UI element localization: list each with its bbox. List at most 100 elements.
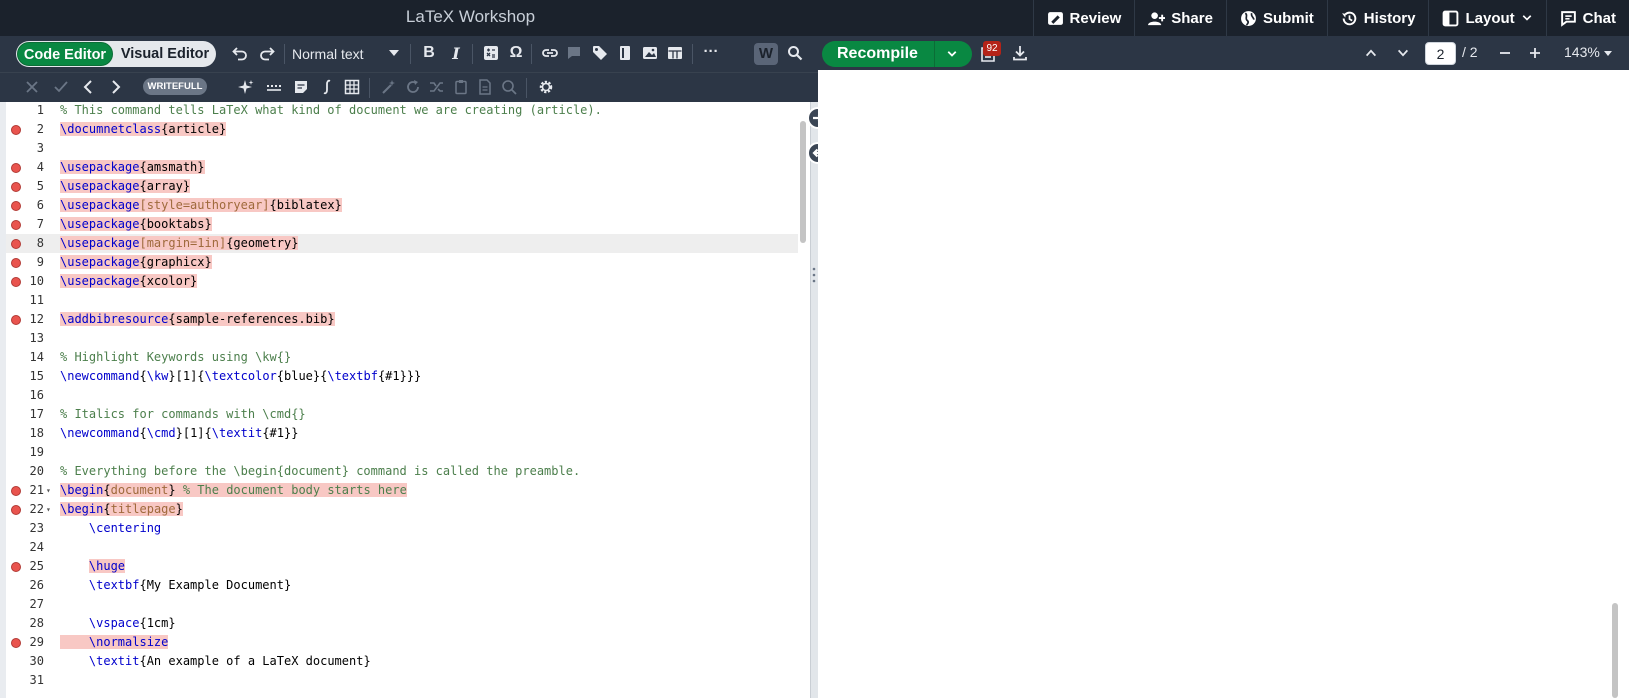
code-line[interactable]: 19 [6,443,798,462]
layout-button[interactable]: Layout [1428,0,1545,36]
writefull-tool-4-button[interactable] [450,76,472,98]
writefull-settings-button[interactable] [535,76,557,98]
code-text[interactable]: \usepackage{booktabs} [60,215,212,234]
code-text[interactable]: \huge [60,557,126,576]
code-line[interactable]: 15 \newcommand{\kw}[1]{\textcolor{blue}{\… [6,367,798,386]
drag-handle-icon[interactable] [812,266,816,284]
insert-link-button[interactable] [539,42,561,64]
code-line[interactable]: 27 [6,595,798,614]
code-line[interactable]: 12 \addbibresource{sample-references.bib} [6,310,798,329]
bold-button[interactable]: B [418,42,440,64]
add-comment-button[interactable] [563,42,585,64]
code-text[interactable]: \begin{document} % The document body sta… [60,481,407,500]
zoom-out-icon[interactable] [1497,45,1513,61]
chevron-down-icon[interactable] [946,48,958,60]
fold-toggle-icon[interactable]: ▾ [46,481,51,500]
insert-citation-button[interactable] [614,42,636,64]
code-line[interactable]: 28 \vspace{1cm} [6,614,798,633]
code-line[interactable]: 31 [6,671,798,690]
symbol-button[interactable]: Ω [505,42,527,64]
code-line[interactable]: 17 % Italics for commands with \cmd{} [6,405,798,424]
code-text[interactable]: \usepackage[style=authoryear]{biblatex} [60,196,342,215]
code-editor-tab[interactable]: Code Editor [17,42,113,66]
code-line[interactable]: 7 \usepackage{booktabs} [6,215,798,234]
code-line[interactable]: 29 \normalsize [6,633,798,652]
text-style-select[interactable]: Normal text [292,43,364,65]
code-line[interactable]: 10 \usepackage{xcolor} [6,272,798,291]
code-line[interactable]: 6 \usepackage[style=authoryear]{biblatex} [6,196,798,215]
code-line[interactable]: 30 \textit{An example of a LaTeX documen… [6,652,798,671]
next-suggestion-button[interactable] [104,76,126,98]
download-icon[interactable] [1012,45,1028,61]
writefull-tool-3-button[interactable] [426,76,448,98]
code-text[interactable]: % Highlight Keywords using \kw{} [60,348,291,367]
submit-button[interactable]: Submit [1225,0,1327,36]
accept-button[interactable] [50,76,72,98]
redo-button[interactable] [256,42,278,64]
code-line[interactable]: 8 \usepackage[margin=1in]{geometry} [6,234,798,253]
code-line[interactable]: 5 \usepackage{array} [6,177,798,196]
writefull-tool-1-button[interactable] [378,76,400,98]
code-line[interactable]: 4 \usepackage{amsmath} [6,158,798,177]
equation-generator-button[interactable] [316,76,338,98]
code-editor[interactable]: 1 % This command tells LaTeX what kind of… [0,102,810,698]
code-text[interactable]: \newcommand{\cmd}[1]{\textit{#1}} [60,424,298,443]
code-text[interactable]: \usepackage[margin=1in]{geometry} [60,234,299,253]
pane-splitter[interactable] [810,102,818,698]
chevron-up-icon[interactable] [1364,46,1378,60]
code-line[interactable]: 3 [6,139,798,158]
code-text[interactable]: \addbibresource{sample-references.bib} [60,310,335,329]
code-text[interactable]: \usepackage{xcolor} [60,272,198,291]
insert-reference-button[interactable] [589,42,611,64]
code-line[interactable]: 25 \huge [6,557,798,576]
code-text[interactable]: \textit{An example of a LaTeX document} [60,652,371,671]
writefull-tool-2-button[interactable] [402,76,424,98]
visual-editor-tab[interactable]: Visual Editor [116,42,214,66]
code-line[interactable]: 26 \textbf{My Example Document} [6,576,798,595]
code-line[interactable]: 22 ▾ \begin{titlepage} [6,500,798,519]
writefull-badge[interactable]: WRITEFULL [143,78,207,95]
chevron-down-icon[interactable] [1604,51,1612,56]
zoom-in-icon[interactable] [1527,45,1543,61]
code-line[interactable]: 21 ▾ \begin{document} % The document body … [6,481,798,500]
code-text[interactable]: \vspace{1cm} [60,614,176,633]
code-line[interactable]: 24 [6,538,798,557]
insert-table-button[interactable] [664,42,686,64]
search-button[interactable] [784,42,806,64]
code-line[interactable]: 14 % Highlight Keywords using \kw{} [6,348,798,367]
code-line[interactable]: 18 \newcommand{\cmd}[1]{\textit{#1}} [6,424,798,443]
reject-button[interactable] [21,76,43,98]
code-line[interactable]: 11 [6,291,798,310]
code-line[interactable]: 13 [6,329,798,348]
code-line[interactable]: 9 \usepackage{graphicx} [6,253,798,272]
math-button[interactable] [480,42,502,64]
history-button[interactable]: History [1326,0,1429,36]
paraphrase-button[interactable] [263,76,285,98]
share-button[interactable]: Share [1134,0,1226,36]
table-generator-button[interactable] [341,76,363,98]
log-count-badge[interactable]: 92 [983,41,1001,56]
project-title[interactable]: LaTeX Workshop [0,0,941,36]
chevron-down-icon[interactable] [1396,46,1410,60]
zoom-level-select[interactable]: 143% [1564,44,1600,60]
code-text[interactable]: % Italics for commands with \cmd{} [60,405,306,424]
code-line[interactable]: 23 \centering [6,519,798,538]
undo-button[interactable] [229,42,251,64]
code-text[interactable]: \usepackage{amsmath} [60,158,205,177]
pdf-preview[interactable] [818,70,1629,698]
code-text[interactable]: \documnetclass{article} [60,120,227,139]
code-text[interactable]: \newcommand{\kw}[1]{\textcolor{blue}{\te… [60,367,421,386]
writefull-logo-button[interactable]: W [754,43,778,65]
code-text[interactable]: % Everything before the \begin{document}… [60,462,580,481]
chat-button[interactable]: Chat [1545,0,1629,36]
page-number-input[interactable] [1425,42,1456,65]
code-text[interactable]: \normalsize [60,633,169,652]
code-text[interactable]: % This command tells LaTeX what kind of … [60,102,602,120]
code-line[interactable]: 1 % This command tells LaTeX what kind of… [6,102,798,120]
review-button[interactable]: Review [1032,0,1135,36]
ai-assist-button[interactable] [235,76,257,98]
code-text[interactable]: \centering [60,519,161,538]
writefull-tool-6-button[interactable] [498,76,520,98]
code-line[interactable]: 2 \documnetclass{article} [6,120,798,139]
more-button[interactable]: ··· [700,40,722,62]
